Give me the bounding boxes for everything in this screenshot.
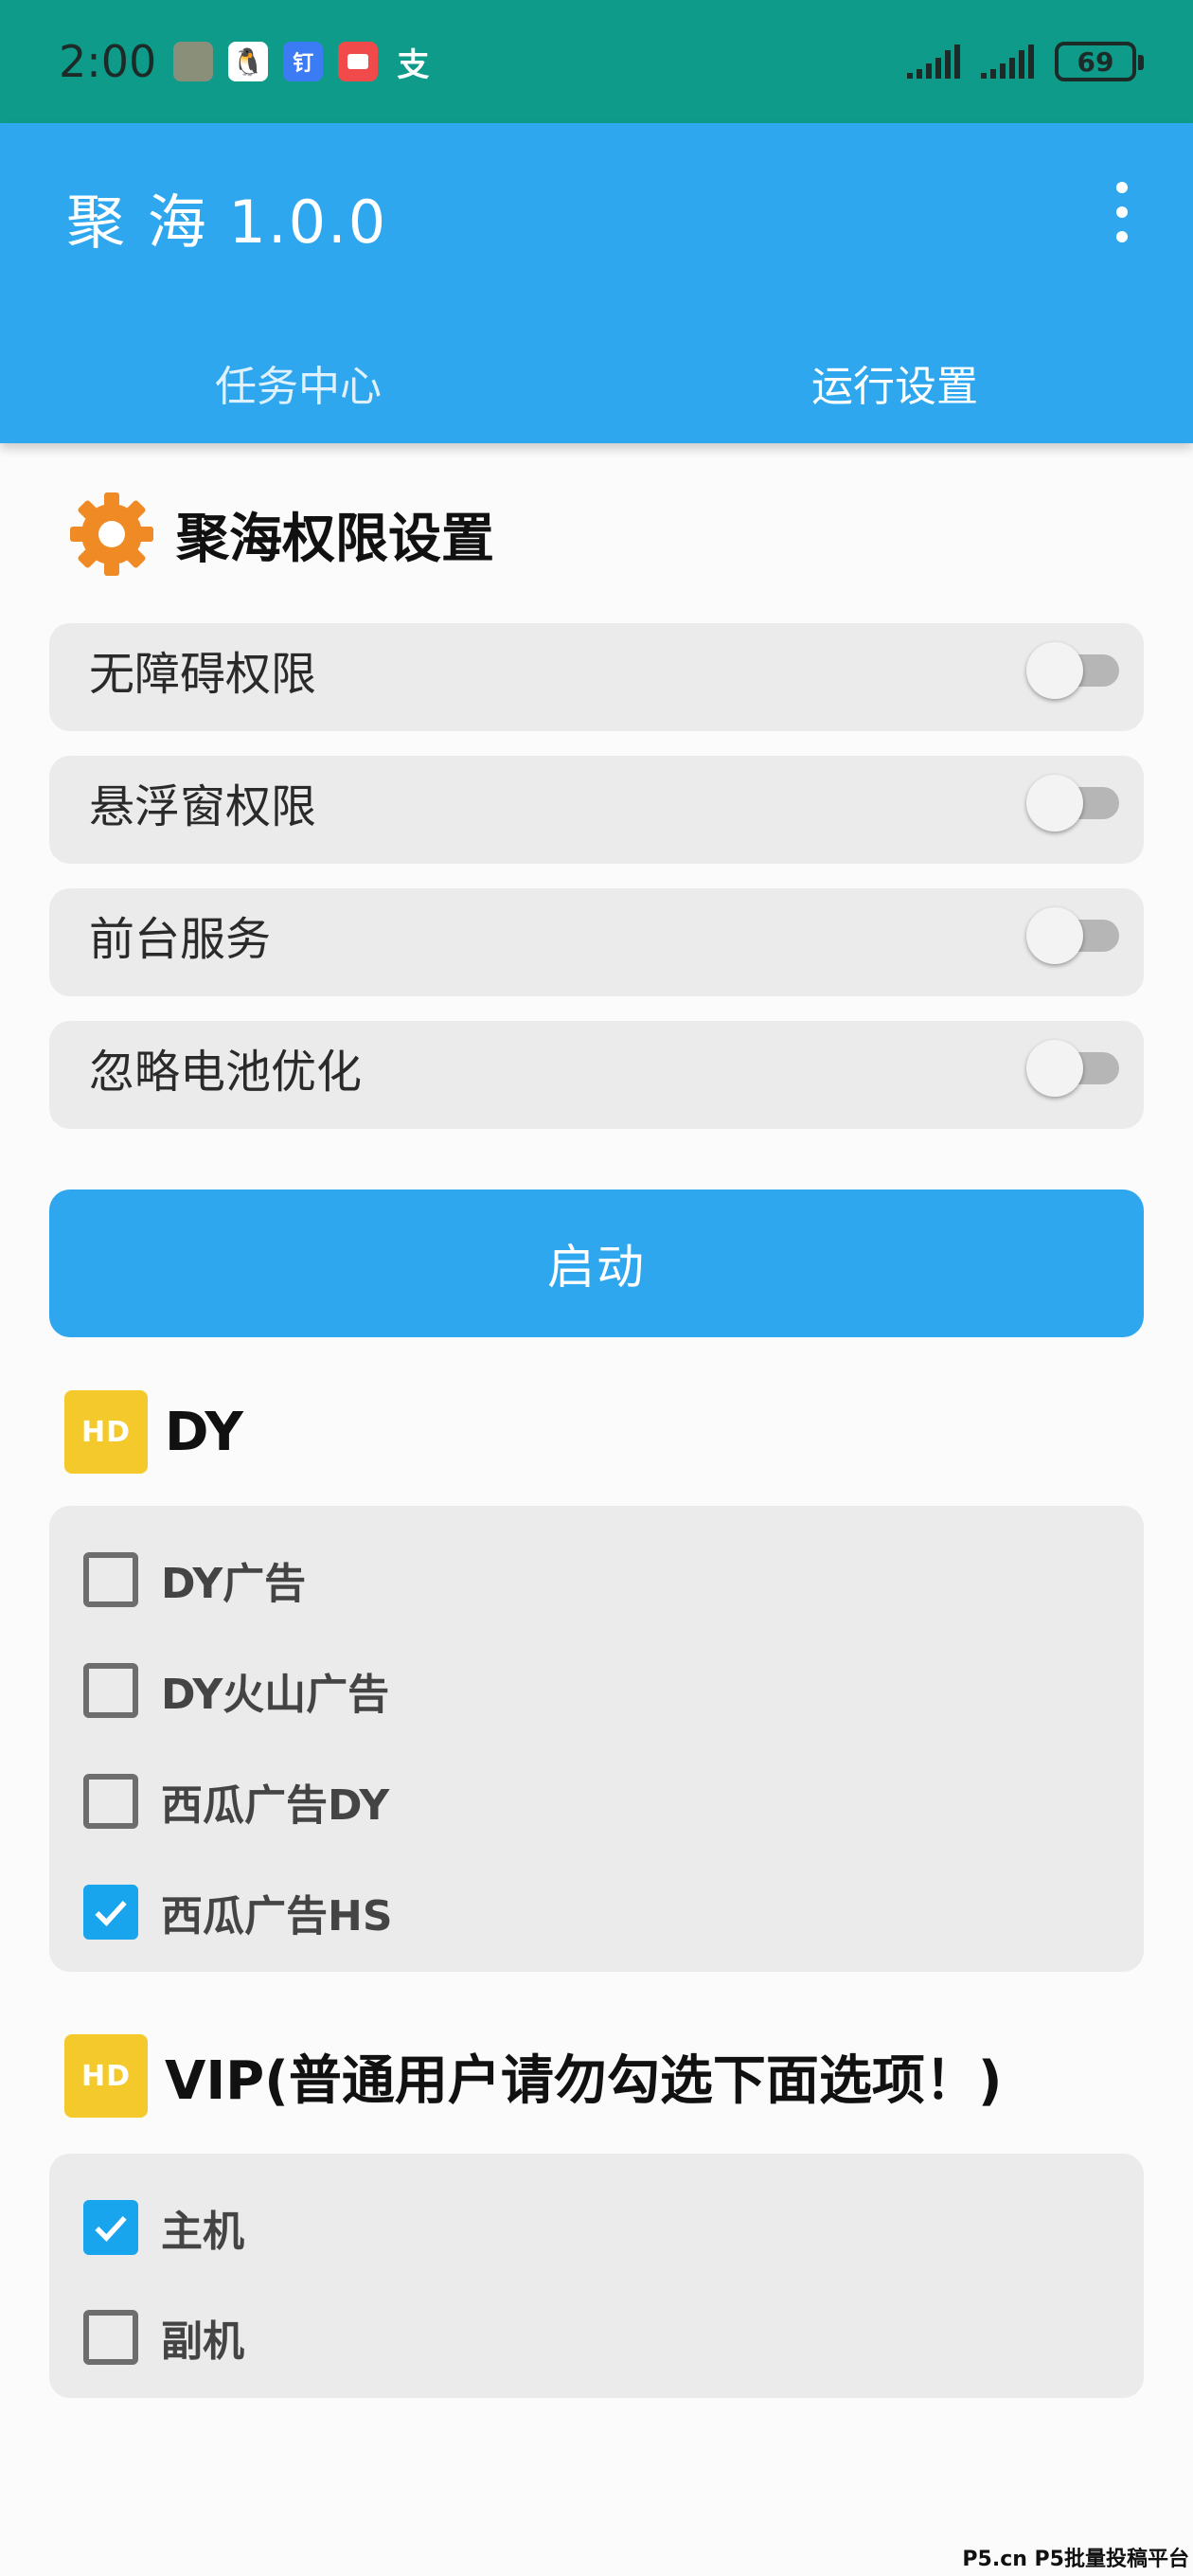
vip-options-panel: 主机 副机: [49, 2154, 1144, 2398]
checkbox-checked[interactable]: [83, 1885, 138, 1940]
perm-label: 悬浮窗权限: [89, 780, 317, 833]
checkbox-label: 主机: [161, 2208, 244, 2256]
photo-thumbnail-icon: [173, 42, 214, 81]
signal-1-icon: [907, 45, 960, 79]
permissions-header: 聚海权限设置: [64, 487, 494, 581]
checkbox[interactable]: [83, 1552, 138, 1607]
perm-label: 前台服务: [89, 913, 272, 966]
start-button[interactable]: 启动: [49, 1190, 1144, 1337]
checkbox-label: DY火山广告: [161, 1671, 390, 1719]
tab-label: 任务中心: [215, 363, 382, 411]
tab-label: 运行设置: [811, 363, 978, 411]
dingtalk-icon: 钉: [283, 42, 324, 81]
watermark: P5.cn P5批量投稿平台: [962, 2548, 1189, 2571]
dy-title: DY: [165, 1401, 243, 1463]
checkbox-checked[interactable]: [83, 2200, 138, 2255]
alipay-icon: 支: [397, 45, 430, 84]
dy-option-xigua-dy[interactable]: 西瓜广告DY: [83, 1763, 389, 1839]
permissions-title: 聚海权限设置: [176, 508, 494, 570]
dy-options-panel: DY广告 DY火山广告 西瓜广告DY 西瓜广告HS: [49, 1506, 1144, 1972]
battery-optimization-switch[interactable]: [1026, 1040, 1121, 1097]
perm-row-accessibility: 无障碍权限: [49, 623, 1144, 731]
check-icon: [95, 1901, 127, 1926]
dy-header: HD DY: [64, 1390, 243, 1474]
perm-label: 忽略电池优化: [89, 1046, 363, 1099]
checkbox[interactable]: [83, 2310, 138, 2365]
check-icon: [95, 2216, 127, 2242]
dy-option-xigua-hs[interactable]: 西瓜广告HS: [83, 1874, 393, 1950]
foreground-service-switch[interactable]: [1026, 907, 1121, 964]
perm-row-battery-optimization: 忽略电池优化: [49, 1021, 1144, 1129]
tab-task-center[interactable]: 任务中心: [0, 322, 596, 443]
status-time: 2:00: [59, 36, 157, 87]
vip-title: VIP(普通用户请勿勾选下面选项！): [165, 2049, 1003, 2112]
battery-icon: 69: [1055, 42, 1144, 81]
vip-header: HD VIP(普通用户请勿勾选下面选项！): [64, 2034, 1002, 2118]
tab-run-settings[interactable]: 运行设置: [596, 322, 1193, 443]
more-vert-icon[interactable]: [1110, 182, 1134, 242]
signal-2-icon: [981, 45, 1034, 79]
checkbox-label: 西瓜广告DY: [161, 1781, 390, 1830]
message-icon: [338, 42, 379, 81]
app-bar: 聚 海 1.0.0 任务中心 运行设置: [0, 123, 1193, 443]
qq-icon: 🐧: [228, 42, 269, 81]
checkbox[interactable]: [83, 1774, 138, 1829]
dy-option-ad[interactable]: DY广告: [83, 1542, 306, 1618]
accessibility-switch[interactable]: [1026, 642, 1121, 699]
perm-row-overlay: 悬浮窗权限: [49, 756, 1144, 864]
vip-option-host[interactable]: 主机: [83, 2190, 244, 2265]
hd-icon: HD: [64, 1390, 148, 1474]
perm-label: 无障碍权限: [89, 648, 317, 701]
app-title: 聚 海 1.0.0: [66, 188, 388, 257]
status-bar: 2:00 🐧 钉 支 69: [0, 0, 1193, 123]
gear-icon: [70, 492, 153, 576]
hd-icon: HD: [64, 2034, 148, 2118]
checkbox-label: 西瓜广告HS: [161, 1892, 393, 1941]
checkbox[interactable]: [83, 1663, 138, 1718]
battery-level: 69: [1077, 45, 1114, 78]
dy-option-huoshan-ad[interactable]: DY火山广告: [83, 1653, 389, 1728]
checkbox-label: DY广告: [161, 1560, 307, 1608]
perm-row-foreground-service: 前台服务: [49, 888, 1144, 996]
vip-option-secondary[interactable]: 副机: [83, 2299, 244, 2375]
checkbox-label: 副机: [161, 2317, 244, 2366]
overlay-switch[interactable]: [1026, 775, 1121, 832]
